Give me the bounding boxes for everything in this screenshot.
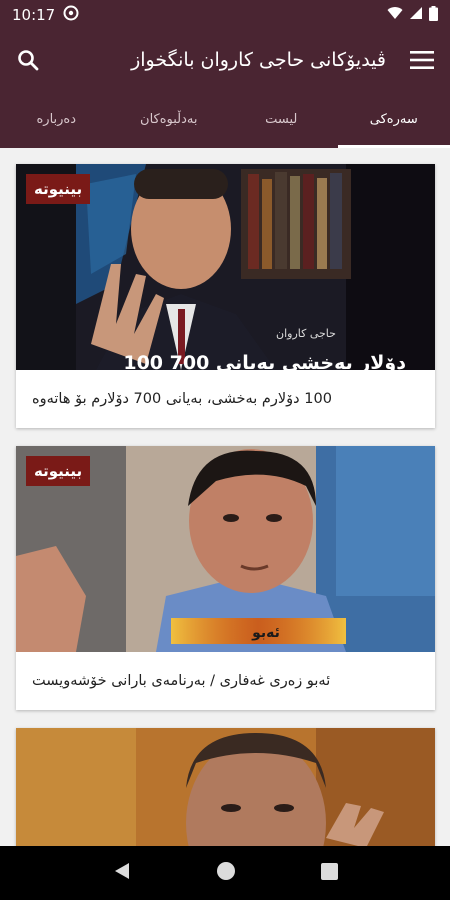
tab-favorites[interactable]: بەدڵبوەکان — [113, 90, 226, 148]
tab-home[interactable]: سەرەکی — [337, 90, 450, 148]
video-card[interactable] — [16, 728, 435, 846]
video-card[interactable]: ئەبو بینیوتە ئەبو زەری غەفاری / بەرنامەی… — [16, 446, 435, 710]
video-title[interactable]: ئەبو زەری غەفاری / بەرنامەی بارانی خۆشەو… — [16, 652, 435, 710]
svg-text:حاجی کاروان: حاجی کاروان — [276, 327, 336, 340]
tab-about[interactable]: دەربارە — [0, 90, 113, 148]
watched-badge: بینیوتە — [26, 456, 91, 486]
tab-bar: سەرەکی لیست بەدڵبوەکان دەربارە — [0, 90, 450, 148]
video-thumbnail[interactable] — [16, 728, 435, 846]
tab-favorites-label: بەدڵبوەکان — [140, 111, 198, 127]
video-card[interactable]: حاجی کاروان 100 دۆلار بەخشی بەیانی 700 ب… — [16, 164, 435, 428]
wifi-icon — [387, 6, 403, 24]
status-time: 10:17 — [12, 6, 56, 24]
signal-icon — [409, 6, 423, 24]
app-bar: ڤیدیۆکانی حاجی کاروان بانگخواز — [0, 30, 450, 90]
back-icon[interactable] — [113, 862, 131, 884]
tab-about-label: دەربارە — [36, 111, 77, 127]
tab-list[interactable]: لیست — [225, 90, 338, 148]
watched-badge: بینیوتە — [26, 174, 91, 204]
search-icon[interactable] — [12, 44, 44, 76]
system-nav-bar — [0, 846, 450, 900]
status-bar: 10:17 — [0, 0, 450, 30]
tab-home-label: سەرەکی — [369, 111, 418, 127]
video-thumbnail[interactable]: ئەبو بینیوتە — [16, 446, 435, 652]
video-title[interactable]: 100 دۆلارم بەخشی، بەیانی 700 دۆلارم بۆ ه… — [16, 370, 435, 428]
recents-icon[interactable] — [320, 862, 338, 884]
thumbnail-image — [16, 728, 435, 846]
tab-list-label: لیست — [265, 111, 298, 127]
app-title: ڤیدیۆکانی حاجی کاروان بانگخواز — [131, 49, 386, 71]
home-icon[interactable] — [216, 861, 236, 885]
menu-icon[interactable] — [406, 44, 438, 76]
video-list: حاجی کاروان 100 دۆلار بەخشی بەیانی 700 ب… — [0, 148, 450, 846]
notification-icon — [63, 5, 79, 25]
svg-text:100 دۆلار بەخشی بەیانی 700: 100 دۆلار بەخشی بەیانی 700 — [123, 352, 406, 370]
svg-text:ئەبو: ئەبو — [251, 625, 280, 641]
video-thumbnail[interactable]: حاجی کاروان 100 دۆلار بەخشی بەیانی 700 ب… — [16, 164, 435, 370]
battery-icon — [429, 5, 438, 25]
